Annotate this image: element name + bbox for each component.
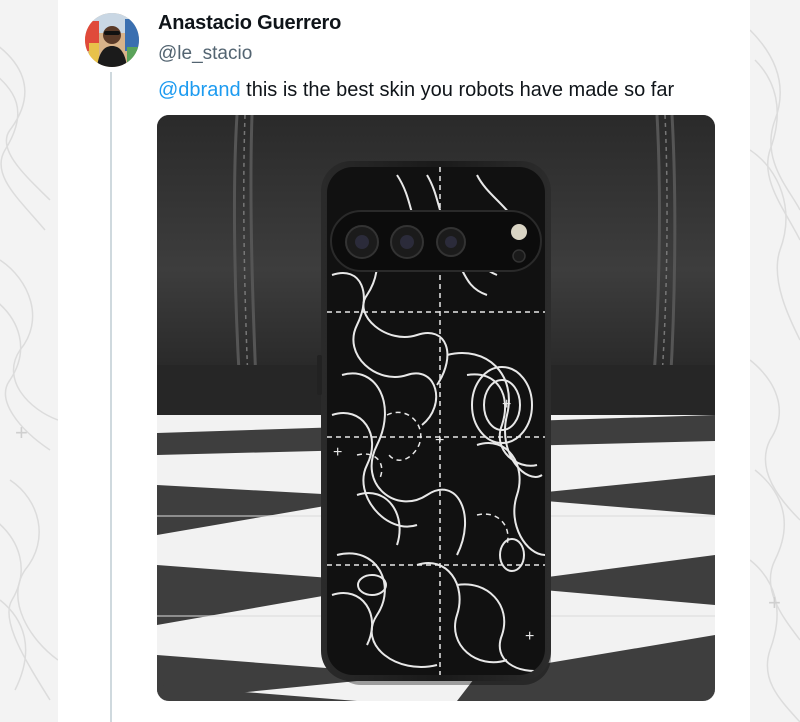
phone-photo: + + + +	[157, 115, 715, 701]
topographic-background-right: +	[750, 29, 800, 722]
tweet-text: @dbrand this is the best skin you robots…	[158, 79, 674, 102]
svg-text:+: +	[333, 444, 342, 461]
author-handle[interactable]: @le_stacio	[158, 43, 252, 65]
avatar-icon	[85, 13, 139, 67]
svg-text:+: +	[525, 628, 534, 645]
mention-link[interactable]: @dbrand	[158, 79, 241, 101]
screenshot: + + Anastacio Guerrero @le_stacio @dbran…	[0, 0, 800, 722]
svg-text:+: +	[768, 590, 781, 615]
tweet-body: this is the best skin you robots have ma…	[240, 79, 675, 101]
tweet-media-photo[interactable]: + + + +	[157, 115, 715, 701]
topographic-background-left: +	[0, 46, 58, 701]
svg-text:+: +	[15, 420, 28, 445]
svg-text:+: +	[435, 432, 444, 449]
thread-line	[110, 72, 112, 722]
svg-text:+: +	[502, 396, 511, 413]
user-avatar[interactable]	[85, 13, 139, 67]
author-display-name[interactable]: Anastacio Guerrero	[158, 12, 341, 35]
